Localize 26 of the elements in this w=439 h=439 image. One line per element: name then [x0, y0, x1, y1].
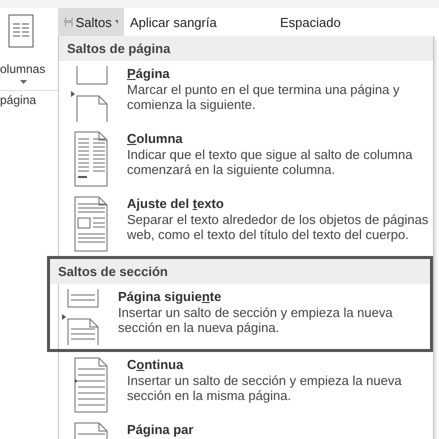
toolbar-button[interactable]: Espaciado — [274, 8, 439, 37]
menu-item[interactable]: Página par — [59, 417, 433, 439]
menu-item-title: Columna — [127, 131, 184, 147]
columns-icon[interactable] — [8, 14, 34, 48]
menu-item-description: Insertar un salto de sección y empieza la nueva sección en la misma página. — [127, 373, 403, 403]
menu-item[interactable]: Página siguiente Insertar un salto de sección y empieza la nueva sección en la nueva página. — [50, 284, 430, 349]
menu-item[interactable]: Página Marcar el punto en el que termina una página y comienza la siguiente. — [59, 61, 433, 126]
menu-item-title: Página siguiente — [118, 289, 222, 305]
menu-item-title: Continua — [127, 357, 184, 373]
menu-item-title: Página par — [127, 422, 194, 438]
menu-item-description: Marcar el punto en el que termina una página y comienza la siguiente. — [127, 82, 400, 112]
caret-icon[interactable] — [20, 80, 27, 84]
menu-item-title: Ajuste del texto — [127, 196, 225, 212]
menu-item-description: Insertar un salto de sección y empieza la nueva sección en la nueva página. — [118, 305, 394, 335]
caret-icon — [114, 20, 118, 24]
menu-item-description: Indicar que el texto que sigue al salto de columna comenzará en la siguiente columna. — [127, 147, 414, 177]
menu-item[interactable]: Columna Indicar que el texto que sigue al salto de columna comenzará en la siguiente columna. — [59, 126, 433, 191]
toolbar-button[interactable]: Aplicar sangría — [124, 8, 274, 37]
menu-item-description: Separar el texto alrededor de los objetos de páginas web, como el texto del título del texto del cuerpo. — [127, 212, 429, 242]
toolbar-button[interactable]: Saltos — [58, 8, 124, 37]
columns-label: olumnas — [0, 62, 46, 76]
menu-item[interactable]: Ajuste del texto Separar el texto alrededor de los objetos de páginas web, como el texto del título del texto del cuerpo. — [59, 191, 433, 256]
menu-section-header: Saltos de página — [59, 36, 433, 61]
menu-section-header: Saltos de sección — [50, 259, 430, 284]
menu-item-title: Página — [127, 66, 171, 82]
menu-item[interactable]: Continua Insertar un salto de sección y empieza la nueva sección en la misma página. — [59, 352, 433, 417]
